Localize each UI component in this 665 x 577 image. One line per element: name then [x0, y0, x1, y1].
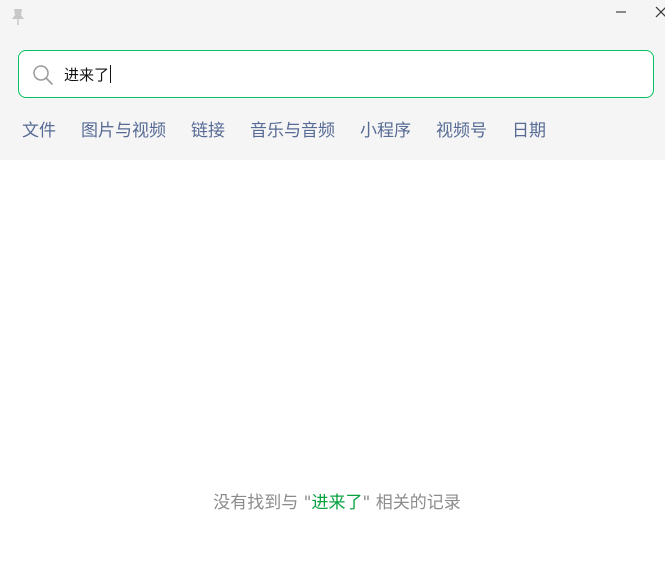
minimize-icon: [615, 3, 627, 22]
filter-tab-images-videos[interactable]: 图片与视频: [81, 118, 166, 144]
no-results-suffix: " 相关的记录: [362, 493, 461, 513]
no-results-message: 没有找到与 "进来了" 相关的记录: [0, 490, 665, 516]
filter-tab-channels[interactable]: 视频号: [436, 118, 487, 144]
search-input[interactable]: 进来了: [18, 50, 654, 98]
pin-icon[interactable]: [8, 6, 28, 26]
filter-tab-music-audio[interactable]: 音乐与音频: [250, 118, 335, 144]
filter-tab-links[interactable]: 链接: [191, 118, 225, 144]
close-icon: [655, 3, 665, 22]
search-window: 进来了 文件 图片与视频 链接 音乐与音频 小程序 视频号 日期 没有找到与 "…: [0, 0, 665, 577]
close-button[interactable]: [648, 0, 665, 24]
search-icon: [32, 64, 54, 86]
minimize-button[interactable]: [608, 0, 634, 24]
text-caret: [110, 65, 112, 83]
no-results-keyword: 进来了: [311, 493, 363, 513]
filter-tabs: 文件 图片与视频 链接 音乐与音频 小程序 视频号 日期: [22, 118, 571, 144]
filter-tab-files[interactable]: 文件: [22, 118, 56, 144]
no-results-prefix: 没有找到与 ": [213, 493, 312, 513]
filter-tab-mini-programs[interactable]: 小程序: [360, 118, 411, 144]
search-header: 进来了 文件 图片与视频 链接 音乐与音频 小程序 视频号 日期: [0, 0, 665, 160]
filter-tab-date[interactable]: 日期: [512, 118, 546, 144]
search-query-text[interactable]: 进来了: [64, 65, 112, 85]
